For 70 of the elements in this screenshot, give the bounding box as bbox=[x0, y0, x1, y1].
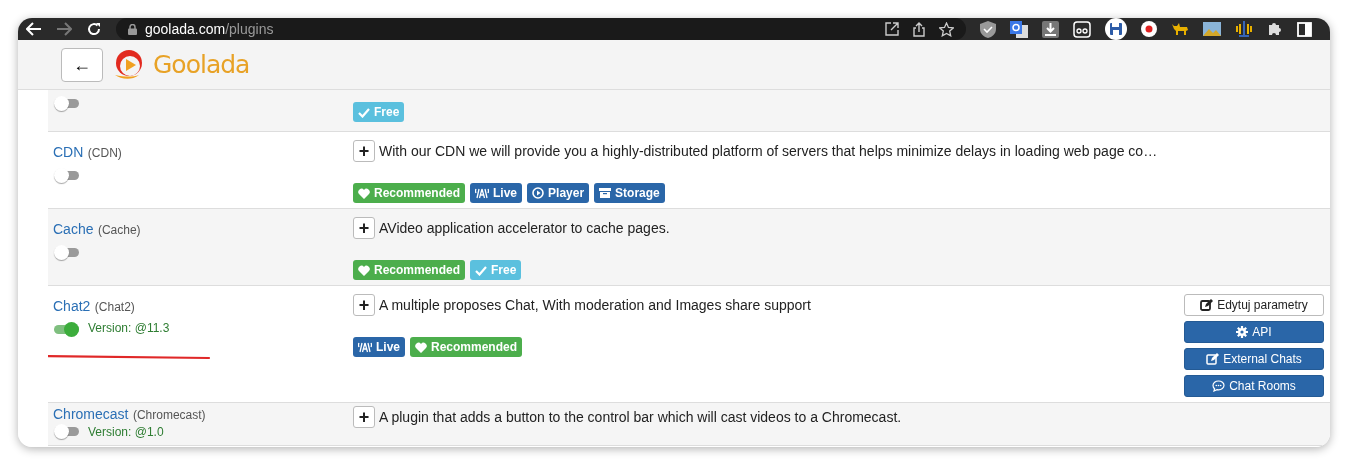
plugin-id: (CDN) bbox=[87, 146, 122, 160]
edit-icon bbox=[1200, 299, 1214, 311]
tag-label: Live bbox=[353, 337, 405, 357]
expand-button[interactable]: + bbox=[353, 294, 375, 316]
forward-icon[interactable] bbox=[56, 22, 72, 36]
back-button[interactable]: ← bbox=[61, 47, 103, 82]
plugin-id: (Chromecast) bbox=[132, 408, 206, 422]
plugin-description: AVideo application accelerator to cache pages. bbox=[379, 218, 670, 238]
record-icon[interactable] bbox=[1141, 21, 1157, 37]
cassette-icon[interactable] bbox=[1073, 20, 1091, 38]
chat-bubble-icon bbox=[1212, 380, 1226, 392]
logo-icon bbox=[113, 48, 143, 81]
toggle-switch[interactable] bbox=[53, 167, 80, 184]
tag-label: Recommended bbox=[353, 183, 466, 203]
gear-icon bbox=[1236, 326, 1249, 338]
version-text: Version: @11.3 bbox=[88, 320, 170, 337]
check-icon bbox=[358, 106, 370, 118]
action-button[interactable]: External Chats bbox=[1184, 348, 1324, 370]
plugin-name-link[interactable]: Chromecast bbox=[53, 406, 129, 422]
toggle-switch[interactable] bbox=[53, 95, 80, 112]
heart-icon bbox=[358, 187, 370, 199]
share-icon[interactable] bbox=[912, 21, 926, 37]
lock-icon bbox=[128, 23, 137, 35]
star-icon[interactable] bbox=[939, 21, 954, 37]
plugin-name-link[interactable]: Cache bbox=[53, 221, 94, 237]
toggle-switch[interactable] bbox=[53, 321, 80, 338]
logo-text: Goolada bbox=[153, 48, 250, 81]
play-icon bbox=[532, 187, 545, 199]
antenna-icon bbox=[358, 341, 372, 353]
tag-label: Free bbox=[353, 102, 405, 122]
tag-label: Recommended bbox=[410, 337, 523, 357]
edit-icon bbox=[1206, 353, 1220, 365]
shield-icon[interactable] bbox=[980, 20, 996, 38]
plugin-name-link[interactable]: Chat2 bbox=[53, 298, 91, 314]
plugin-id: (Chat2) bbox=[94, 300, 135, 314]
expand-button[interactable]: + bbox=[353, 217, 375, 239]
reload-icon[interactable] bbox=[86, 21, 102, 37]
expand-button[interactable]: + bbox=[353, 140, 375, 162]
action-button[interactable]: API bbox=[1184, 321, 1324, 343]
archive-icon bbox=[599, 187, 612, 199]
tag-label: Free bbox=[470, 260, 522, 280]
heart-icon bbox=[358, 264, 370, 276]
waveform-icon[interactable] bbox=[1235, 21, 1253, 37]
toggle-switch[interactable] bbox=[53, 423, 80, 440]
tag-label: Live bbox=[470, 183, 523, 203]
tag-label: Storage bbox=[594, 183, 665, 203]
plugin-description: A plugin that adds a button to the control bar which will cast videos to a Chromecast. bbox=[379, 407, 902, 427]
antenna-icon bbox=[475, 187, 490, 199]
external-link-icon[interactable] bbox=[885, 22, 899, 36]
expand-button[interactable]: + bbox=[353, 406, 375, 428]
address-bar[interactable]: goolada.com/plugins bbox=[116, 18, 966, 40]
plugin-name-link[interactable]: CDN bbox=[53, 144, 84, 160]
sidebar-icon[interactable] bbox=[1297, 21, 1312, 37]
plugin-id: (Cache) bbox=[97, 223, 141, 237]
tag-label: Player bbox=[527, 183, 590, 203]
version-text: Version: @1.0 bbox=[88, 423, 164, 440]
heart-icon bbox=[415, 341, 427, 353]
translate-icon[interactable] bbox=[1010, 20, 1028, 38]
back-icon[interactable] bbox=[26, 22, 42, 36]
plugin-description: A multiple proposes Chat, With moderation and Images share support bbox=[379, 295, 811, 315]
url-text: goolada.com/plugins bbox=[145, 19, 275, 39]
puzzle-icon[interactable] bbox=[1267, 21, 1283, 37]
tag-label: Recommended bbox=[353, 260, 466, 280]
action-button[interactable]: Edytuj parametry bbox=[1184, 294, 1324, 316]
toggle-switch[interactable] bbox=[53, 244, 80, 261]
plugin-description: With our CDN we will provide you a highly-distributed platform of servers that helps minimize delays in loading web page co… bbox=[379, 141, 1158, 161]
action-button[interactable]: Chat Rooms bbox=[1184, 375, 1324, 397]
check-icon bbox=[475, 264, 488, 276]
download-icon[interactable] bbox=[1042, 20, 1059, 38]
cat-icon[interactable] bbox=[1171, 22, 1189, 36]
